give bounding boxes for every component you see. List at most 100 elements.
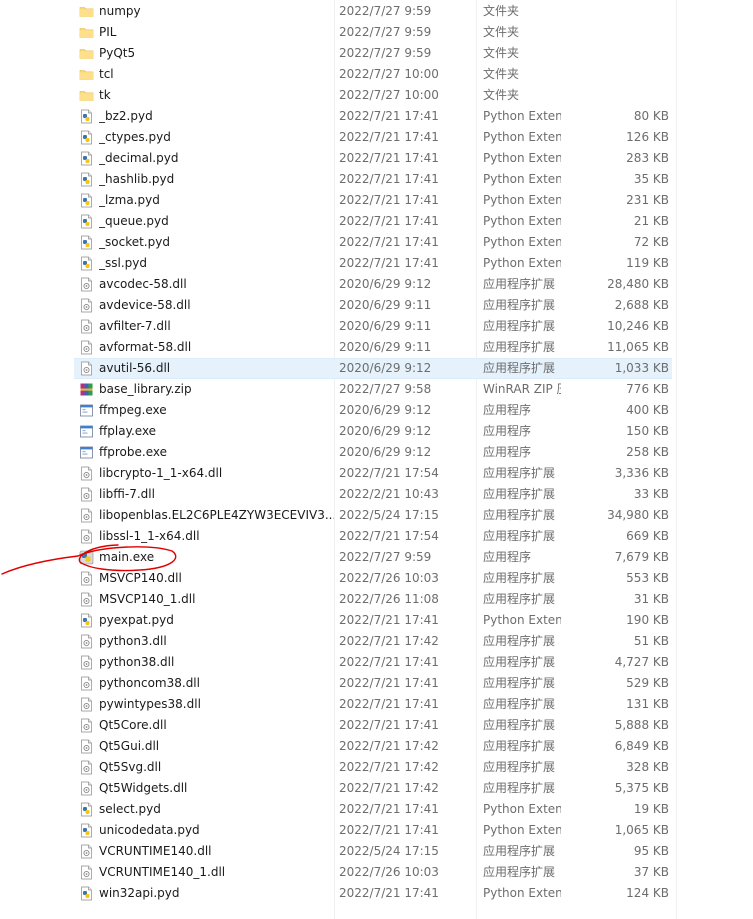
file-row[interactable]: Qt5Svg.dll 2022/7/21 17:42 应用程序扩展 328 KB <box>0 757 753 778</box>
file-date-modified: 2022/7/27 10:00 <box>339 88 439 102</box>
file-row[interactable]: _bz2.pyd 2022/7/21 17:41 Python Extensio..… <box>0 106 753 127</box>
file-type: 应用程序 <box>483 424 532 438</box>
file-row[interactable]: MSVCP140.dll 2022/7/26 10:03 应用程序扩展 553 KB <box>0 568 753 589</box>
file-name: libssl-1_1-x64.dll <box>99 529 200 543</box>
file-row[interactable]: unicodedata.pyd 2022/7/21 17:41 Python Ext… <box>0 820 753 841</box>
dll-file-icon <box>79 844 94 859</box>
file-row[interactable]: ffplay.exe 2020/6/29 9:12 应用程序 150 KB <box>0 421 753 442</box>
file-row[interactable]: _queue.pyd 2022/7/21 17:41 Python Extensio… <box>0 211 753 232</box>
file-date-modified: 2022/7/26 11:08 <box>339 592 439 606</box>
file-date-modified: 2022/7/21 17:41 <box>339 697 439 711</box>
file-row[interactable]: avformat-58.dll 2020/6/29 9:11 应用程序扩展 11,06… <box>0 337 753 358</box>
file-date-modified: 2022/7/27 9:58 <box>339 382 432 396</box>
file-row[interactable]: avutil-56.dll 2020/6/29 9:12 应用程序扩展 1,033 K… <box>0 358 753 379</box>
python-file-icon <box>79 823 94 838</box>
file-size: 5,888 KB <box>614 718 669 732</box>
file-type: 文件夹 <box>483 88 520 102</box>
file-row[interactable]: python3.dll 2022/7/21 17:42 应用程序扩展 51 KB <box>0 631 753 652</box>
file-row[interactable]: pywintypes38.dll 2022/7/21 17:41 应用程序扩展 131… <box>0 694 753 715</box>
file-date-modified: 2022/2/21 10:43 <box>339 487 439 501</box>
file-date-modified: 2022/7/21 17:41 <box>339 172 439 186</box>
file-row[interactable]: avcodec-58.dll 2020/6/29 9:12 应用程序扩展 28,480… <box>0 274 753 295</box>
file-type: 应用程序扩展 <box>483 508 556 522</box>
file-date-modified: 2020/6/29 9:11 <box>339 340 432 354</box>
file-date-modified: 2022/7/21 17:41 <box>339 109 439 123</box>
file-size: 283 KB <box>626 151 669 165</box>
file-type: 应用程序扩展 <box>483 361 556 375</box>
file-name: Qt5Gui.dll <box>99 739 160 753</box>
file-row[interactable]: avfilter-7.dll 2020/6/29 9:11 应用程序扩展 10,246… <box>0 316 753 337</box>
file-row[interactable]: ffmpeg.exe 2020/6/29 9:12 应用程序 400 KB <box>0 400 753 421</box>
dll-file-icon <box>79 277 94 292</box>
file-size: 31 KB <box>633 592 669 606</box>
python-file-icon <box>79 151 94 166</box>
file-name: PIL <box>99 25 117 39</box>
file-type: Python Extensio... <box>483 109 561 123</box>
file-row[interactable]: ffprobe.exe 2020/6/29 9:12 应用程序 258 KB <box>0 442 753 463</box>
file-row[interactable]: libffi-7.dll 2022/2/21 10:43 应用程序扩展 33 KB <box>0 484 753 505</box>
file-row[interactable]: select.pyd 2022/7/21 17:41 Python Extensio… <box>0 799 753 820</box>
python-file-icon <box>79 256 94 271</box>
dll-file-icon <box>79 697 94 712</box>
file-type: Python Extensio... <box>483 823 561 837</box>
file-size: 3,336 KB <box>614 466 669 480</box>
file-row[interactable]: _hashlib.pyd 2022/7/21 17:41 Python Extens… <box>0 169 753 190</box>
file-row[interactable]: tcl 2022/7/27 10:00 文件夹 <box>0 64 753 85</box>
file-name: ffprobe.exe <box>99 445 167 459</box>
file-row[interactable]: Qt5Gui.dll 2022/7/21 17:42 应用程序扩展 6,849 KB <box>0 736 753 757</box>
exe-file-icon <box>79 424 94 439</box>
file-date-modified: 2022/7/27 9:59 <box>339 4 432 18</box>
file-row[interactable]: MSVCP140_1.dll 2022/7/26 11:08 应用程序扩展 31 KB <box>0 589 753 610</box>
file-row[interactable]: numpy 2022/7/27 9:59 文件夹 <box>0 1 753 22</box>
file-name: _ssl.pyd <box>99 256 147 270</box>
file-row[interactable]: main.exe 2022/7/27 9:59 应用程序 7,679 KB <box>0 547 753 568</box>
file-row[interactable]: _lzma.pyd 2022/7/21 17:41 Python Extensio.… <box>0 190 753 211</box>
file-date-modified: 2022/7/27 10:00 <box>339 67 439 81</box>
file-row[interactable]: win32api.pyd 2022/7/21 17:41 Python Extens… <box>0 883 753 904</box>
file-row[interactable]: _socket.pyd 2022/7/21 17:41 Python Extensi… <box>0 232 753 253</box>
file-size: 4,727 KB <box>614 655 669 669</box>
file-type: Python Extensio... <box>483 886 561 900</box>
file-row[interactable]: VCRUNTIME140_1.dll 2022/7/26 10:03 应用程序扩展 3… <box>0 862 753 883</box>
file-row[interactable]: tk 2022/7/27 10:00 文件夹 <box>0 85 753 106</box>
file-row[interactable]: Qt5Widgets.dll 2022/7/21 17:42 应用程序扩展 5,375… <box>0 778 753 799</box>
file-row[interactable]: libcrypto-1_1-x64.dll 2022/7/21 17:54 应用程序… <box>0 463 753 484</box>
dll-file-icon <box>79 529 94 544</box>
file-row[interactable]: _ctypes.pyd 2022/7/21 17:41 Python Extensi… <box>0 127 753 148</box>
file-name: tcl <box>99 67 114 81</box>
file-name: numpy <box>99 4 141 18</box>
file-row[interactable]: VCRUNTIME140.dll 2022/5/24 17:15 应用程序扩展 95 … <box>0 841 753 862</box>
file-row[interactable]: _decimal.pyd 2022/7/21 17:41 Python Extens… <box>0 148 753 169</box>
dll-file-icon <box>79 760 94 775</box>
file-row[interactable]: Qt5Core.dll 2022/7/21 17:41 应用程序扩展 5,888 KB <box>0 715 753 736</box>
file-row[interactable]: PyQt5 2022/7/27 9:59 文件夹 <box>0 43 753 64</box>
file-row[interactable]: _ssl.pyd 2022/7/21 17:41 Python Extensio..… <box>0 253 753 274</box>
file-name: _lzma.pyd <box>99 193 160 207</box>
file-row[interactable]: libssl-1_1-x64.dll 2022/7/21 17:54 应用程序扩展 6… <box>0 526 753 547</box>
file-name: avcodec-58.dll <box>99 277 187 291</box>
file-size: 80 KB <box>633 109 669 123</box>
file-row[interactable]: avdevice-58.dll 2020/6/29 9:11 应用程序扩展 2,688… <box>0 295 753 316</box>
file-name: _hashlib.pyd <box>99 172 175 186</box>
file-list: numpy 2022/7/27 9:59 文件夹 PIL 2022/7/27 9:59 文… <box>0 1 753 904</box>
folder-icon <box>79 4 94 19</box>
file-name: pyexpat.pyd <box>99 613 174 627</box>
dll-file-icon <box>79 298 94 313</box>
file-size: 119 KB <box>626 256 669 270</box>
file-type: 应用程序扩展 <box>483 865 556 879</box>
file-date-modified: 2020/6/29 9:12 <box>339 403 432 417</box>
file-row[interactable]: libopenblas.EL2C6PLE4ZYW3ECEVIV3... 2022/… <box>0 505 753 526</box>
file-size: 6,849 KB <box>614 739 669 753</box>
file-name: MSVCP140.dll <box>99 571 182 585</box>
file-size: 5,375 KB <box>614 781 669 795</box>
file-name: avformat-58.dll <box>99 340 192 354</box>
file-size: 19 KB <box>633 802 669 816</box>
file-type: Python Extensio... <box>483 214 561 228</box>
file-row[interactable]: base_library.zip 2022/7/27 9:58 WinRAR ZIP… <box>0 379 753 400</box>
file-row[interactable]: PIL 2022/7/27 9:59 文件夹 <box>0 22 753 43</box>
file-row[interactable]: python38.dll 2022/7/21 17:41 应用程序扩展 4,727 K… <box>0 652 753 673</box>
file-type: 应用程序扩展 <box>483 571 556 585</box>
file-type: 应用程序扩展 <box>483 277 556 291</box>
file-row[interactable]: pythoncom38.dll 2022/7/21 17:41 应用程序扩展 529 … <box>0 673 753 694</box>
file-row[interactable]: pyexpat.pyd 2022/7/21 17:41 Python Extensi… <box>0 610 753 631</box>
